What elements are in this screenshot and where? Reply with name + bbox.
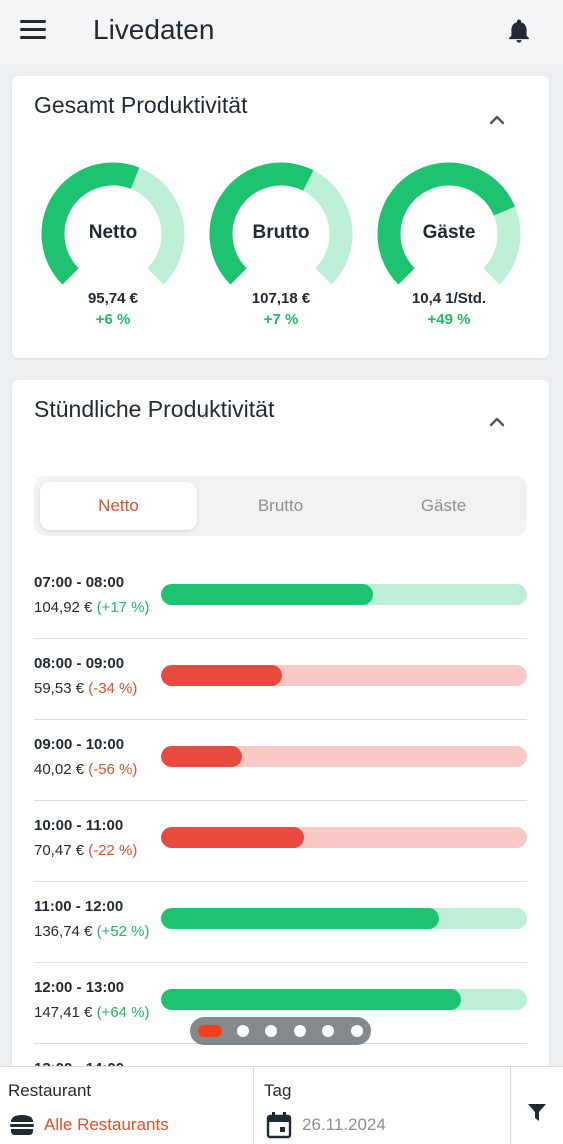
hour-amount: 136,74 € <box>34 923 93 940</box>
progress-bar <box>161 827 527 848</box>
gauge-value: 10,4 1/Std. <box>411 290 487 307</box>
gauge-label: Netto <box>88 222 138 243</box>
hour-change: (-34 %) <box>88 680 138 697</box>
hour-change: (-56 %) <box>88 761 138 778</box>
tab-bar: Netto Brutto Gäste <box>34 476 527 536</box>
progress-bar <box>161 665 527 686</box>
hour-value: 104,92 € (+17 %) <box>34 599 150 616</box>
day-selector[interactable]: Tag 26.11.2024 <box>254 1067 511 1144</box>
hour-value: 59,53 € (-34 %) <box>34 680 137 697</box>
calendar-icon <box>266 1112 292 1139</box>
hour-amount: 70,47 € <box>34 842 85 859</box>
tab-gaeste[interactable]: Gäste <box>365 482 522 530</box>
gauge-label: Brutto <box>252 222 310 243</box>
progress-fill <box>161 989 462 1010</box>
gauge-label: Gäste <box>422 222 476 243</box>
hour-row[interactable]: 10:00 - 11:00 70,47 € (-22 %) <box>34 801 527 882</box>
progress-bar <box>161 989 527 1010</box>
app-bar: Livedaten <box>0 0 563 64</box>
hour-change: (+52 %) <box>96 923 150 940</box>
page-dot[interactable] <box>351 1025 363 1037</box>
day-value: 26.11.2024 <box>302 1115 386 1134</box>
gauge-change: +49 % <box>427 311 471 328</box>
progress-fill <box>161 827 304 848</box>
card-title: Stündliche Produktivität <box>34 396 275 422</box>
hour-range: 07:00 - 08:00 <box>34 574 125 591</box>
gauge-netto: Netto 95,74 € +6 % <box>41 162 185 328</box>
page-title: Livedaten <box>93 14 215 45</box>
hour-amount: 59,53 € <box>34 680 85 697</box>
page-indicator <box>190 1017 371 1045</box>
bell-icon[interactable] <box>505 16 533 46</box>
hour-amount: 104,92 € <box>34 599 93 616</box>
hour-range: 12:00 - 13:00 <box>34 979 125 996</box>
hour-range: 11:00 - 12:00 <box>34 898 124 915</box>
hour-row[interactable]: 07:00 - 08:00 104,92 € (+17 %) <box>34 558 527 639</box>
progress-bar <box>161 746 527 767</box>
page-dot[interactable] <box>322 1025 334 1037</box>
progress-bar <box>161 584 527 605</box>
hour-value: 70,47 € (-22 %) <box>34 842 137 859</box>
filter-icon <box>528 1104 546 1121</box>
gauge-brutto: Brutto 107,18 € +7 % <box>209 162 353 328</box>
progress-fill <box>161 908 440 929</box>
filter-button[interactable] <box>511 1067 563 1144</box>
hour-value: 136,74 € (+52 %) <box>34 923 150 940</box>
progress-fill <box>161 746 242 767</box>
progress-bar <box>161 908 527 929</box>
restaurant-selector[interactable]: Restaurant Alle Restaurants <box>0 1067 254 1144</box>
page-dot-active[interactable] <box>198 1025 222 1037</box>
tab-brutto[interactable]: Brutto <box>202 482 359 530</box>
hour-change: (+17 %) <box>96 599 150 616</box>
page-dot[interactable] <box>237 1025 249 1037</box>
hour-range: 09:00 - 10:00 <box>34 736 125 753</box>
menu-icon[interactable] <box>20 20 46 42</box>
burger-icon <box>10 1115 34 1135</box>
hour-change: (-22 %) <box>88 842 138 859</box>
hour-range: 08:00 - 09:00 <box>34 655 125 672</box>
hour-change: (+64 %) <box>96 1004 150 1021</box>
gauge-gaeste: Gäste 10,4 1/Std. +49 % <box>377 162 521 328</box>
page-dot[interactable] <box>294 1025 306 1037</box>
hour-row[interactable]: 09:00 - 10:00 40,02 € (-56 %) <box>34 720 527 801</box>
chevron-up-icon[interactable] <box>485 108 509 132</box>
page-dot[interactable] <box>265 1025 277 1037</box>
gauge-value: 107,18 € <box>251 290 311 307</box>
hour-value: 147,41 € (+64 %) <box>34 1004 150 1021</box>
card-title: Gesamt Produktivität <box>34 92 248 118</box>
overall-productivity-card: Gesamt Produktivität Netto 95,74 € +6 % … <box>12 76 549 358</box>
hour-row[interactable]: 08:00 - 09:00 59,53 € (-34 %) <box>34 639 527 720</box>
bottom-filter-bar: Restaurant Alle Restaurants Tag 26.11.20… <box>0 1066 563 1144</box>
hour-amount: 40,02 € <box>34 761 85 778</box>
progress-fill <box>161 665 282 686</box>
day-label: Tag <box>264 1081 292 1100</box>
hour-amount: 147,41 € <box>34 1004 93 1021</box>
gauge-change: +6 % <box>95 311 131 328</box>
chevron-up-icon[interactable] <box>485 410 509 434</box>
gauge-change: +7 % <box>263 311 299 328</box>
hour-value: 40,02 € (-56 %) <box>34 761 137 778</box>
gauge-value: 95,74 € <box>87 290 139 307</box>
progress-fill <box>161 584 374 605</box>
restaurant-value: Alle Restaurants <box>44 1115 169 1134</box>
hour-row[interactable]: 11:00 - 12:00 136,74 € (+52 %) <box>34 882 527 963</box>
hourly-productivity-card: Stündliche Produktivität Netto Brutto Gä… <box>12 380 549 1080</box>
restaurant-label: Restaurant <box>8 1081 92 1100</box>
hour-range: 10:00 - 11:00 <box>34 817 124 834</box>
tab-netto[interactable]: Netto <box>40 482 197 530</box>
